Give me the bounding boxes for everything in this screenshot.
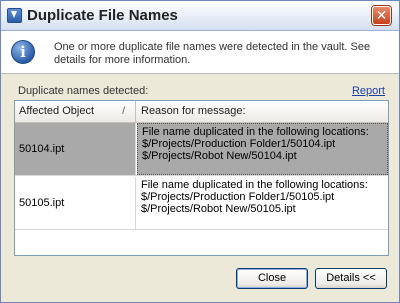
title-bar[interactable]: Duplicate File Names ✕ [1, 1, 399, 31]
column-header-reason[interactable]: Reason for message: [137, 101, 388, 122]
info-panel: i One or more duplicate file names were … [1, 31, 399, 73]
table-row[interactable]: 50105.ipt File name duplicated in the fo… [15, 177, 388, 230]
table-header: Affected Object / Reason for message: [15, 101, 388, 123]
dialog-window: Duplicate File Names ✕ i One or more dup… [0, 0, 400, 303]
info-icon: i [11, 40, 35, 64]
window-title: Duplicate File Names [27, 7, 178, 24]
duplicates-label: Duplicate names detected: [18, 85, 149, 97]
close-icon[interactable]: ✕ [372, 6, 391, 25]
vault-app-icon [7, 8, 22, 23]
column-header-label: Affected Object [19, 105, 95, 117]
sort-indicator-icon: / [122, 106, 125, 117]
reason-cell: File name duplicated in the following lo… [137, 123, 388, 175]
info-message: One or more duplicate file names were de… [54, 41, 371, 66]
divider [1, 73, 399, 74]
details-button[interactable]: Details << [315, 268, 387, 289]
reason-cell: File name duplicated in the following lo… [141, 179, 368, 215]
report-link[interactable]: Report [352, 85, 385, 97]
column-header-affected-object[interactable]: Affected Object / [15, 101, 136, 122]
duplicates-table: Affected Object / Reason for message: 50… [14, 100, 389, 256]
affected-object-cell: 50104.ipt [15, 123, 136, 175]
close-button[interactable]: Close [236, 268, 308, 289]
affected-object-cell: 50105.ipt [15, 177, 136, 229]
table-row[interactable]: 50104.ipt File name duplicated in the fo… [15, 123, 388, 176]
